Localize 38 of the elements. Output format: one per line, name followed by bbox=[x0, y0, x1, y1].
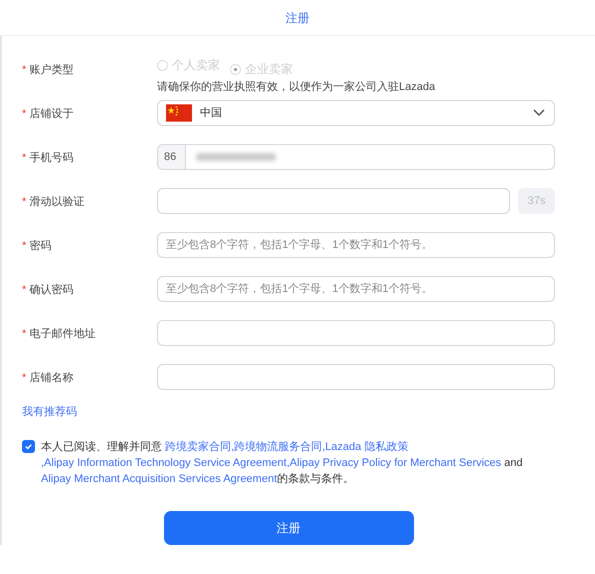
required-mark: * bbox=[22, 195, 26, 210]
chevron-down-icon bbox=[532, 108, 546, 118]
page-title: 注册 bbox=[286, 10, 310, 26]
agreement-link[interactable]: 跨境卖家合同 bbox=[165, 440, 232, 452]
phone-field[interactable]: 86 bbox=[157, 144, 555, 170]
text-field[interactable] bbox=[157, 320, 555, 346]
agreement-link[interactable]: ,Lazada 隐私政策 bbox=[322, 440, 408, 452]
field-label: 店铺设于 bbox=[29, 106, 74, 122]
agreement-link[interactable]: ,Alipay Information Technology Service Agreement bbox=[41, 456, 287, 468]
agreement-link[interactable]: Alipay Merchant Acquisition Services Agreement bbox=[41, 472, 278, 484]
required-mark: * bbox=[22, 151, 26, 166]
field-label: 确认密码 bbox=[29, 282, 74, 298]
agreement-link[interactable]: ,跨境物流服务合同 bbox=[231, 440, 322, 452]
check-icon bbox=[24, 442, 33, 450]
field-label: 店铺名称 bbox=[29, 370, 74, 386]
required-mark: * bbox=[22, 107, 26, 122]
register-button[interactable]: 注册 bbox=[164, 510, 414, 544]
field-label: 滑动以验证 bbox=[29, 195, 84, 210]
field-label: 电子邮件地址 bbox=[29, 327, 96, 342]
required-mark: * bbox=[22, 283, 26, 298]
field-label: 手机号码 bbox=[29, 151, 74, 166]
country-select[interactable]: 中国 bbox=[157, 100, 555, 126]
field-label: 账户类型 bbox=[29, 62, 74, 78]
required-mark: * bbox=[22, 371, 26, 386]
slider-field[interactable] bbox=[157, 188, 510, 214]
text-field[interactable]: 至少包含8个字符，包括1个字母、1个数字和1个符号。 bbox=[157, 276, 555, 302]
required-mark: * bbox=[22, 239, 26, 254]
text-field[interactable]: 至少包含8个字符，包括1个字母、1个数字和1个符号。 bbox=[157, 232, 555, 258]
flag-icon bbox=[166, 104, 192, 122]
agreement-text: 本人已阅读、理解并同意 跨境卖家合同,跨境物流服务合同,Lazada 隐私政策 ,Alipay Information Technology Service Agreement,Alipay Privacy Policy for Merchant Services and Alipay Merchant Acquisition Services Agreement的条款与条件。 bbox=[41, 440, 524, 486]
required-mark: * bbox=[22, 63, 26, 78]
checkbox[interactable] bbox=[22, 440, 35, 452]
field-label: 密码 bbox=[29, 238, 52, 254]
required-mark: * bbox=[22, 327, 26, 342]
agreement-link[interactable]: ,Alipay Privacy Policy for Merchant Services bbox=[286, 456, 502, 468]
text-field[interactable] bbox=[157, 364, 555, 390]
referral-link[interactable]: 我有推荐码 bbox=[22, 406, 77, 418]
hint-text: 请确保你的营业执照有效，以便作为一家公司入驻Lazada bbox=[157, 80, 436, 95]
